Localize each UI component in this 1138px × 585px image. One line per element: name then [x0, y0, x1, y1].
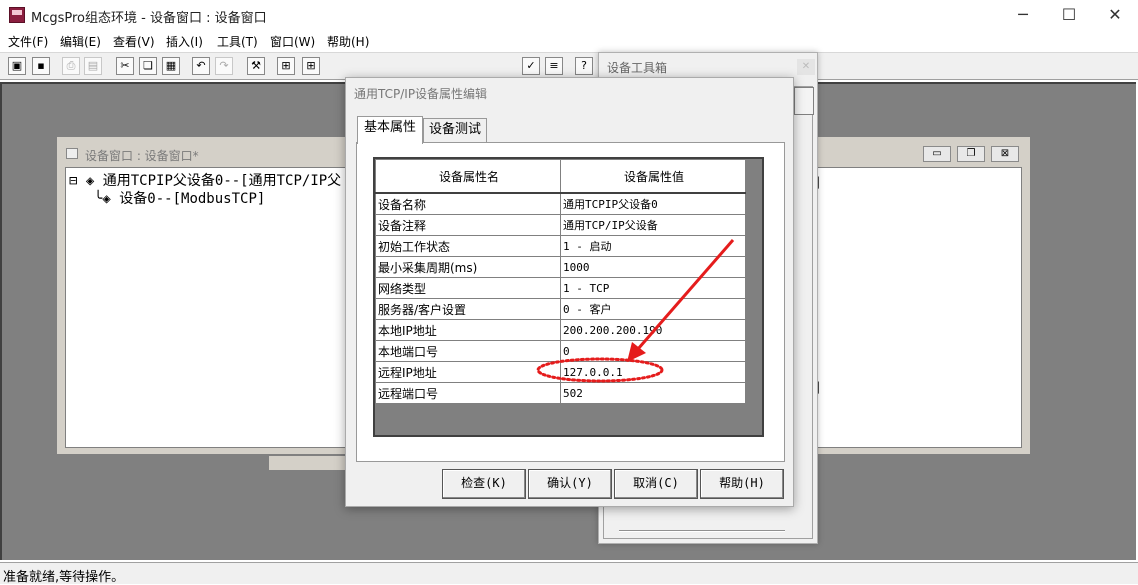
property-value[interactable]: 1000 — [560, 256, 746, 278]
minimize-button[interactable]: ─ — [1000, 4, 1046, 28]
column-header-value[interactable]: 设备属性值 — [560, 159, 746, 194]
copy-icon[interactable]: ❏ — [139, 57, 157, 75]
tab-panel: 设备属性名 设备属性值 设备名称 通用TCPIP父设备0 设备注释 通用TCP/IP… — [356, 142, 785, 462]
menu-help[interactable]: 帮助(H) — [327, 33, 369, 50]
menu-insert[interactable]: 插入(I) — [166, 33, 203, 50]
property-value[interactable]: 通用TCPIP父设备0 — [560, 192, 746, 215]
table-row[interactable]: 本地端口号 0 — [375, 340, 746, 362]
tools-icon[interactable]: ⚒ — [247, 57, 265, 75]
tab-device-test[interactable]: 设备测试 — [423, 118, 487, 143]
window-icon — [66, 148, 78, 159]
table-row[interactable]: 网络类型 1 - TCP — [375, 277, 746, 299]
menu-file[interactable]: 文件(F) — [8, 33, 48, 50]
menu-view[interactable]: 查看(V) — [113, 33, 155, 50]
app-titlebar: McgsPro组态环境 - 设备窗口 : 设备窗口 ─ ☐ ✕ — [0, 0, 1138, 32]
open-window-icon[interactable]: ▣ — [8, 57, 26, 75]
property-name: 服务器/客户设置 — [375, 298, 561, 320]
mcgs-app-icon — [9, 7, 25, 23]
table-row[interactable]: 本地IP地址 200.200.200.190 — [375, 319, 746, 341]
close-button[interactable]: ✕ — [1092, 4, 1138, 28]
table-row[interactable]: 设备名称 通用TCPIP父设备0 — [375, 192, 746, 215]
dialog-title: 通用TCP/IP设备属性编辑 — [354, 87, 488, 101]
table-row[interactable]: 设备注释 通用TCP/IP父设备 — [375, 214, 746, 236]
cut-icon[interactable]: ✂ — [116, 57, 134, 75]
table-header: 设备属性名 设备属性值 — [375, 159, 746, 194]
main-toolbar: ▣ ▪ ⎙ ▤ ✂ ❏ ▦ ↶ ↷ ⚒ ⊞ ⊞ ✓ ≡ ? — [0, 52, 1138, 80]
tree-expander-icon[interactable]: ⊟ — [69, 173, 77, 189]
help-icon[interactable]: ? — [575, 57, 593, 75]
toolbox-title: 设备工具箱 — [607, 61, 668, 75]
device-icon: ╰◈ — [94, 191, 111, 207]
redo-icon[interactable]: ↷ — [215, 57, 233, 75]
remote-ip-value[interactable]: 127.0.0.1 — [560, 361, 746, 383]
property-name: 初始工作状态 — [375, 235, 561, 257]
menu-edit[interactable]: 编辑(E) — [60, 33, 101, 50]
child-minimize-button[interactable]: ▭ — [923, 146, 951, 162]
device-window-title: 设备窗口 : 设备窗口* — [85, 149, 199, 163]
status-text: 准备就绪,等待操作。 — [3, 570, 125, 585]
table-row[interactable]: 远程IP地址 127.0.0.1 — [375, 361, 746, 383]
table-row[interactable]: 服务器/客户设置 0 - 客户 — [375, 298, 746, 320]
tree-node-child[interactable]: ╰◈ 设备0--[ModbusTCP] — [94, 188, 265, 208]
check-button[interactable]: 检查(K) — [442, 469, 526, 499]
device-tree-2-icon[interactable]: ⊞ — [302, 57, 320, 75]
toolbox-close-button[interactable]: ✕ — [797, 59, 815, 75]
child-close-button[interactable]: ⊠ — [991, 146, 1019, 162]
print-icon[interactable]: ⎙ — [62, 57, 80, 75]
menu-tools[interactable]: 工具(T) — [217, 33, 258, 50]
status-bar: 准备就绪,等待操作。 — [0, 562, 1138, 585]
menu-bar: 文件(F) 编辑(E) 查看(V) 插入(I) 工具(T) 窗口(W) 帮助(H… — [0, 32, 1138, 51]
property-name: 本地端口号 — [375, 340, 561, 362]
divider — [619, 530, 785, 532]
cancel-button[interactable]: 取消(C) — [614, 469, 698, 499]
device-properties-dialog[interactable]: 通用TCP/IP设备属性编辑 基本属性 设备测试 设备属性名 设备属性值 设备名… — [345, 77, 794, 507]
toolbox-button[interactable] — [794, 87, 814, 115]
property-name: 设备名称 — [375, 192, 561, 215]
save-icon[interactable]: ▪ — [32, 57, 50, 75]
property-name: 远程端口号 — [375, 382, 561, 404]
property-name: 远程IP地址 — [375, 361, 561, 383]
column-header-name[interactable]: 设备属性名 — [375, 159, 561, 194]
property-value[interactable]: 0 — [560, 340, 746, 362]
tab-basic-properties[interactable]: 基本属性 — [357, 116, 423, 144]
sort-icon[interactable]: ≡ — [545, 57, 563, 75]
property-value[interactable]: 通用TCP/IP父设备 — [560, 214, 746, 236]
help-button[interactable]: 帮助(H) — [700, 469, 784, 499]
property-value[interactable]: 0 - 客户 — [560, 298, 746, 320]
table-row[interactable]: 远程端口号 502 — [375, 382, 746, 404]
property-name: 最小采集周期(ms) — [375, 256, 561, 278]
table-row[interactable]: 初始工作状态 1 - 启动 — [375, 235, 746, 257]
app-title: McgsPro组态环境 - 设备窗口 : 设备窗口 — [31, 11, 267, 26]
table-row[interactable]: 最小采集周期(ms) 1000 — [375, 256, 746, 278]
property-value[interactable]: 1 - 启动 — [560, 235, 746, 257]
device-icon: ◈ — [85, 173, 95, 189]
property-name: 网络类型 — [375, 277, 561, 299]
property-name: 设备注释 — [375, 214, 561, 236]
property-value[interactable]: 502 — [560, 382, 746, 404]
property-value[interactable]: 200.200.200.190 — [560, 319, 746, 341]
property-value[interactable]: 1 - TCP — [560, 277, 746, 299]
maximize-button[interactable]: ☐ — [1046, 4, 1092, 28]
tree-node-label: 通用TCPIP父设备0--[通用TCP/IP父 — [102, 173, 342, 189]
confirm-button[interactable]: 确认(Y) — [528, 469, 612, 499]
property-table: 设备属性名 设备属性值 设备名称 通用TCPIP父设备0 设备注释 通用TCP/IP… — [375, 159, 746, 404]
menu-window[interactable]: 窗口(W) — [270, 33, 315, 50]
undo-icon[interactable]: ↶ — [192, 57, 210, 75]
tree-node-parent[interactable]: ⊟ ◈ 通用TCPIP父设备0--[通用TCP/IP父 — [69, 170, 341, 190]
check-icon[interactable]: ✓ — [522, 57, 540, 75]
child-restore-button[interactable]: ❐ — [957, 146, 985, 162]
print-preview-icon[interactable]: ▤ — [84, 57, 102, 75]
paste-icon[interactable]: ▦ — [162, 57, 180, 75]
property-name: 本地IP地址 — [375, 319, 561, 341]
property-grid: 设备属性名 设备属性值 设备名称 通用TCPIP父设备0 设备注释 通用TCP/IP… — [373, 157, 764, 437]
tree-node-label: 设备0--[ModbusTCP] — [119, 191, 266, 207]
device-tree-icon[interactable]: ⊞ — [277, 57, 295, 75]
